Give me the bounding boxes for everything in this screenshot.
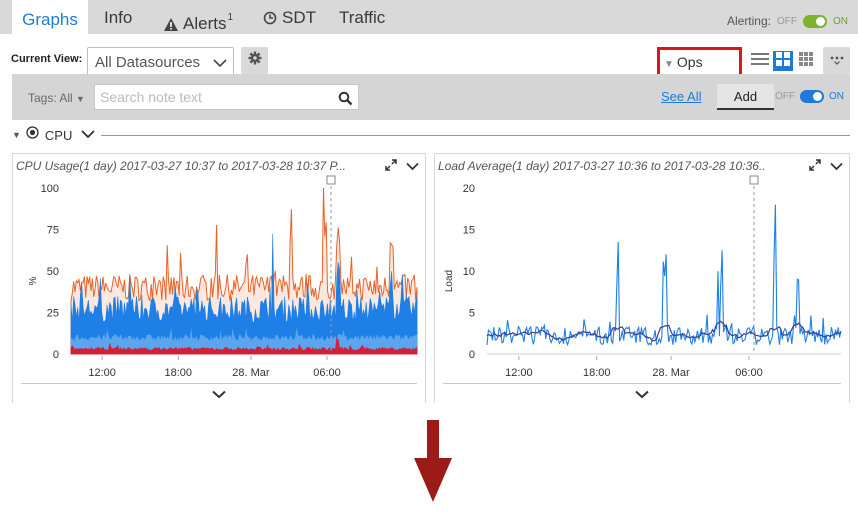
tab-graphs-label: Graphs: [22, 10, 78, 29]
more-options-button[interactable]: [823, 47, 850, 74]
note-search-placeholder: Search note text: [100, 89, 202, 105]
tab-bar: Graphs Info Alerts1 SDT Traffic Alerting…: [0, 0, 858, 34]
tab-info-label: Info: [104, 8, 133, 27]
triangle-down-icon: ▼: [664, 59, 674, 70]
y-tick-label: 5: [469, 308, 475, 320]
alerting-on-label: ON: [833, 15, 848, 27]
ops-notes-toggle[interactable]: ▼Ops Notes: [657, 47, 742, 97]
list-view-button[interactable]: [750, 51, 770, 71]
y-axis-label: %: [28, 276, 39, 285]
alerting-control: Alerting: OFF ON: [727, 14, 848, 28]
note-search-input[interactable]: Search note text: [94, 84, 359, 110]
current-view-select[interactable]: All Datasources: [87, 47, 234, 77]
more-dots-icon: [830, 52, 844, 70]
list-view-icon: [751, 52, 769, 71]
graph-footer-divider: [443, 383, 841, 384]
ops-notes-bar: Tags: All ▼ Search note text See All Add…: [12, 74, 850, 120]
grid-3col-view-button[interactable]: [796, 51, 816, 71]
tab-traffic-label: Traffic: [339, 8, 386, 27]
alerting-label: Alerting:: [726, 14, 771, 28]
sdt-clock-icon: [263, 2, 277, 38]
tags-filter[interactable]: Tags: All ▼: [28, 91, 85, 105]
current-view-value: All Datasources: [95, 54, 201, 71]
graph-panel-cpu: CPU Usage(1 day) 2017-03-27 10:37 to 201…: [12, 153, 426, 403]
down-arrow-icon: [414, 420, 452, 507]
ops-note-marker-icon: [749, 175, 759, 185]
x-tick-label: 12:00: [505, 367, 533, 379]
series-line-load: [486, 204, 842, 347]
triangle-down-icon: ▼: [76, 94, 85, 104]
y-tick-label: 20: [463, 183, 475, 195]
layout-switcher: [750, 51, 816, 71]
ops-note-marker-icon: [326, 175, 336, 185]
add-note-button[interactable]: Add: [717, 84, 774, 110]
datasource-group-header[interactable]: ▼ CPU: [12, 125, 850, 145]
y-tick-label: 50: [47, 266, 59, 278]
view-toolbar: Current View: All Datasources ▼Ops Notes: [0, 34, 858, 97]
x-tick-label: 18:00: [164, 367, 192, 379]
x-tick-label: 28. Mar: [652, 367, 690, 379]
x-tick-label: 28. Mar: [232, 367, 270, 379]
notes-off-label: OFF: [775, 91, 795, 102]
group-divider: [101, 135, 850, 136]
group-label: CPU: [44, 127, 73, 143]
x-tick-label: 12:00: [88, 367, 116, 379]
radio-target-icon: [26, 126, 39, 144]
notes-on-label: ON: [829, 91, 844, 102]
see-all-link[interactable]: See All: [661, 89, 701, 104]
y-tick-label: 15: [463, 225, 475, 237]
chevron-down-icon[interactable]: [81, 126, 96, 144]
tab-alerts-label: Alerts: [183, 14, 227, 33]
x-tick-label: 06:00: [735, 367, 763, 379]
tab-info[interactable]: Info: [104, 0, 132, 34]
grid-2col-view-button[interactable]: [773, 51, 793, 71]
gear-icon: [248, 51, 262, 70]
collapse-triangle-icon[interactable]: ▼: [12, 130, 21, 140]
alerts-count-badge: 1: [227, 12, 234, 23]
tab-alerts[interactable]: Alerts1: [164, 0, 233, 34]
grid-view-icon: [776, 51, 790, 71]
y-tick-label: 0: [53, 349, 59, 361]
series-line-load-smoothed: [486, 320, 842, 342]
chevron-down-icon[interactable]: [635, 386, 649, 403]
tab-graphs[interactable]: Graphs: [12, 0, 88, 34]
x-tick-label: 18:00: [583, 367, 611, 379]
alerting-toggle[interactable]: [803, 14, 827, 28]
y-tick-label: 0: [469, 349, 475, 361]
y-tick-label: 100: [41, 183, 59, 195]
cpu-usage-chart[interactable]: 100 75 50 25 0 12:00 18:00 28. Mar 06:00%: [13, 154, 426, 394]
chevron-down-icon[interactable]: [212, 386, 226, 403]
current-view-label: Current View:: [11, 53, 83, 65]
tab-traffic[interactable]: Traffic: [339, 0, 385, 34]
load-average-chart[interactable]: 20 15 10 5 0 12:00 18:00 28. Mar 06:00 Load: [435, 154, 850, 394]
notes-toggle[interactable]: [800, 90, 824, 103]
view-settings-button[interactable]: [241, 47, 268, 74]
alerting-off-label: OFF: [777, 15, 797, 27]
y-tick-label: 25: [47, 308, 59, 320]
tab-sdt-label: SDT: [282, 8, 316, 27]
grid-3col-view-icon: [799, 51, 813, 71]
tab-sdt[interactable]: SDT: [263, 0, 316, 34]
graph-panel-load: Load Average(1 day) 2017-03-27 10:36 to …: [434, 153, 850, 403]
notes-toggle-control: OFF ON: [775, 90, 844, 103]
y-tick-label: 10: [463, 266, 475, 278]
y-tick-label: 75: [47, 225, 59, 237]
y-axis-label: Load: [444, 270, 455, 292]
search-icon[interactable]: [338, 89, 353, 113]
x-tick-label: 06:00: [313, 367, 341, 379]
graph-footer-divider: [21, 383, 417, 384]
tags-filter-label: Tags: All: [28, 91, 73, 105]
